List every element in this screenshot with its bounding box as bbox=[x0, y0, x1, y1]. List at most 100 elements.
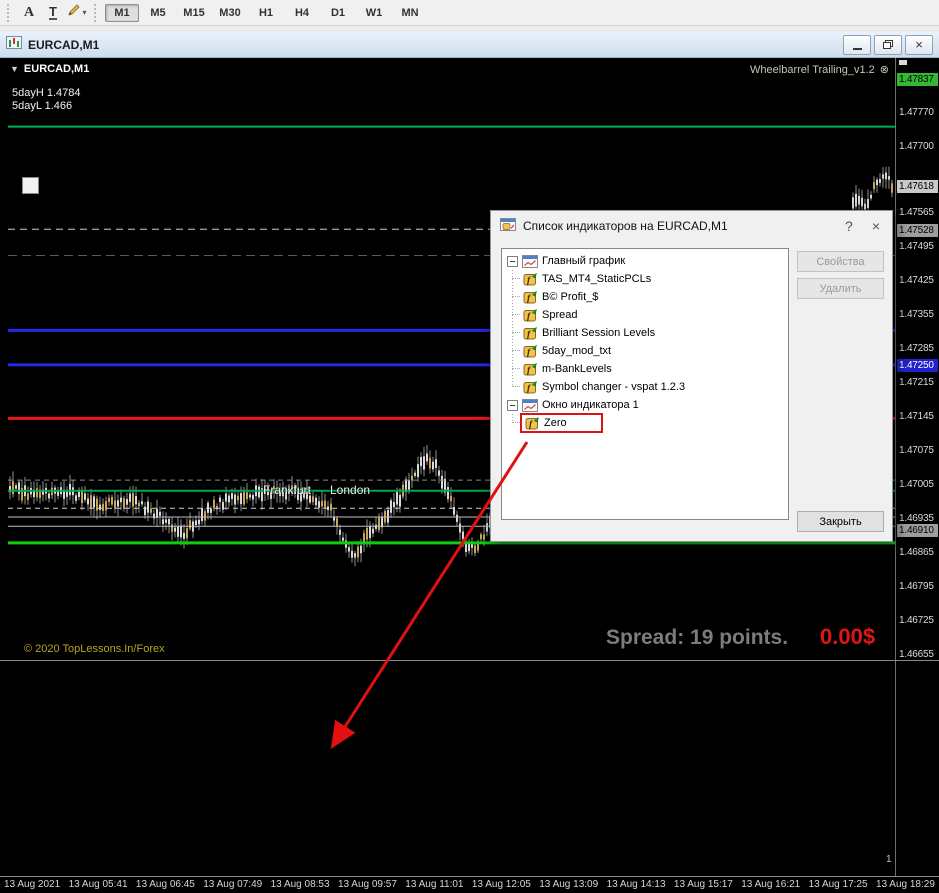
symbol-dropdown-icon[interactable]: ▼ bbox=[10, 64, 19, 74]
price-marker: 1.47837 bbox=[897, 73, 938, 87]
price-tick: 1.46725 bbox=[899, 615, 934, 627]
price-tick: 1.47285 bbox=[899, 342, 934, 354]
chart-window-icon bbox=[522, 254, 538, 268]
copyright-label: © 2020 TopLessons.In/Forex bbox=[24, 643, 165, 655]
chart-window-title: EURCAD,M1 bbox=[28, 37, 100, 52]
indicator-tree[interactable]: Главный график f TAS_MT4_StaticPCLs f B© Pro… bbox=[501, 248, 789, 520]
text-tool-icon: T bbox=[49, 3, 57, 20]
tree-group[interactable]: Окно индикатора 1 bbox=[502, 396, 788, 414]
tree-group[interactable]: Главный график bbox=[502, 252, 788, 270]
indicator-list-dialog: Список индикаторов на EURCAD,M1 ? × Глав… bbox=[490, 210, 893, 542]
timeframe-m15[interactable]: M15 bbox=[177, 4, 211, 22]
function-icon: f bbox=[523, 308, 537, 322]
trailing-widget-button[interactable] bbox=[22, 177, 39, 194]
collapse-icon[interactable] bbox=[507, 255, 518, 267]
five-day-high: 5dayH 1.4784 bbox=[12, 87, 81, 99]
time-label: 13 Aug 11:01 bbox=[405, 879, 464, 890]
letter-a-icon: A bbox=[23, 4, 35, 20]
toolbar-grip[interactable] bbox=[94, 3, 99, 22]
text-label-tool[interactable]: T bbox=[41, 2, 65, 23]
price-scale-divider bbox=[895, 58, 896, 876]
timeframe-m1[interactable]: M1 bbox=[105, 3, 139, 22]
delete-button[interactable]: Удалить bbox=[797, 278, 884, 299]
price-tick: 1.47075 bbox=[899, 444, 934, 456]
price-scale[interactable]: 1.47770 1.47700 1.47565 1.47495 1.47425 1.473… bbox=[897, 58, 939, 876]
mt4-application-window: A T ▾ M1 M5 M15 M30 H1 H4 D1 W1 MN EURCAD,M1 × bbox=[0, 0, 939, 893]
session-label-london: London bbox=[330, 483, 371, 497]
tree-indicator-item[interactable]: f Zero bbox=[502, 413, 788, 433]
restore-button[interactable] bbox=[874, 34, 902, 55]
highlight-box: f Zero bbox=[520, 413, 603, 433]
function-icon: f bbox=[523, 272, 537, 286]
collapse-icon[interactable] bbox=[507, 399, 518, 411]
time-label: 13 Aug 08:53 bbox=[270, 879, 330, 890]
time-label: 13 Aug 09:57 bbox=[337, 879, 397, 890]
time-label: 13 Aug 06:45 bbox=[135, 879, 195, 890]
toolbar-grip[interactable] bbox=[7, 3, 12, 22]
time-label: 13 Aug 15:17 bbox=[673, 879, 733, 890]
pane-splitter[interactable] bbox=[0, 660, 939, 661]
price-tick: 1.47700 bbox=[899, 141, 934, 153]
price-tick: 1.47770 bbox=[899, 106, 934, 118]
close-button[interactable]: × bbox=[905, 34, 933, 55]
draw-color-tool[interactable]: ▾ bbox=[65, 2, 89, 23]
time-label: 13 Aug 05:41 bbox=[68, 879, 128, 890]
dialog-titlebar[interactable]: Список индикаторов на EURCAD,M1 ? × bbox=[491, 211, 892, 241]
restore-icon bbox=[883, 40, 893, 49]
chart-window-titlebar[interactable]: EURCAD,M1 × bbox=[0, 32, 939, 58]
ea-indicator-title: Wheelbarrel Trailing_v1.2 ⊗ bbox=[750, 63, 889, 77]
price-tick: 1.47355 bbox=[899, 308, 934, 320]
minimize-button[interactable] bbox=[843, 34, 871, 55]
close-icon: × bbox=[915, 37, 923, 52]
window-controls: × bbox=[843, 34, 933, 55]
spread-label: Spread: 19 points. bbox=[606, 626, 789, 649]
tree-indicator-item[interactable]: f TAS_MT4_StaticPCLs bbox=[502, 270, 788, 288]
top-toolbar: A T ▾ M1 M5 M15 M30 H1 H4 D1 W1 MN bbox=[0, 0, 939, 26]
session-label-frankfurt: Frankfurt bbox=[263, 483, 312, 497]
tree-indicator-item[interactable]: f B© Profit_$ bbox=[502, 288, 788, 306]
tree-indicator-item[interactable]: f m-BankLevels bbox=[502, 360, 788, 378]
timeframe-w1[interactable]: W1 bbox=[357, 4, 391, 22]
function-icon: f bbox=[525, 416, 539, 430]
tree-indicator-item[interactable]: f 5day_mod_txt bbox=[502, 342, 788, 360]
timeframe-d1[interactable]: D1 bbox=[321, 4, 355, 22]
chart-window-icon bbox=[6, 35, 22, 54]
timeframe-h4[interactable]: H4 bbox=[285, 4, 319, 22]
price-tick: 1.46935 bbox=[899, 512, 934, 524]
time-label: 13 Aug 2021 bbox=[4, 879, 61, 890]
time-label: 13 Aug 17:25 bbox=[808, 879, 868, 890]
dialog-help-button[interactable]: ? bbox=[845, 219, 853, 233]
price-tick: 1.46795 bbox=[899, 581, 934, 593]
time-label: 13 Aug 14:13 bbox=[606, 879, 666, 890]
time-label: 13 Aug 12:05 bbox=[471, 879, 531, 890]
time-label: 13 Aug 07:49 bbox=[203, 879, 263, 890]
five-day-low: 5dayL 1.466 bbox=[12, 100, 73, 112]
dialog-icon bbox=[500, 218, 516, 234]
price-tick: 1.47215 bbox=[899, 376, 934, 388]
function-icon: f bbox=[523, 362, 537, 376]
time-axis[interactable]: 13 Aug 2021 13 Aug 05:41 13 Aug 06:45 13 Au… bbox=[0, 876, 939, 893]
ea-close-icon[interactable]: ⊗ bbox=[880, 63, 889, 76]
dialog-title: Список индикаторов на EURCAD,M1 bbox=[523, 219, 728, 233]
tree-indicator-item[interactable]: f Symbol changer - vspat 1.2.3 bbox=[502, 378, 788, 396]
price-tick: 1.47145 bbox=[899, 410, 934, 422]
timeframe-h1[interactable]: H1 bbox=[249, 4, 283, 22]
price-tick: 1.47495 bbox=[899, 240, 934, 252]
timeframe-m5[interactable]: M5 bbox=[141, 4, 175, 22]
dialog-close-button[interactable]: × bbox=[872, 219, 880, 233]
tree-indicator-item[interactable]: f Brilliant Session Levels bbox=[502, 324, 788, 342]
time-label: 13 Aug 16:21 bbox=[741, 879, 801, 890]
properties-button[interactable]: Свойства bbox=[797, 251, 884, 272]
indicator-pane-tick: 1 bbox=[886, 854, 892, 865]
annotation-a-tool[interactable]: A bbox=[17, 2, 41, 23]
chart-symbol-label[interactable]: ▼ EURCAD,M1 bbox=[10, 63, 89, 75]
price-marker: 1.47618 bbox=[897, 179, 938, 193]
time-label: 13 Aug 13:09 bbox=[539, 879, 599, 890]
function-icon: f bbox=[523, 326, 537, 340]
timeframe-m30[interactable]: M30 bbox=[213, 4, 247, 22]
tree-indicator-item[interactable]: f Spread bbox=[502, 306, 788, 324]
dialog-close-action-button[interactable]: Закрыть bbox=[797, 511, 884, 532]
function-icon: f bbox=[523, 344, 537, 358]
timeframe-mn[interactable]: MN bbox=[393, 4, 427, 22]
five-day-levels-label: 5dayH 1.4784 5dayL 1.466 bbox=[12, 87, 81, 113]
